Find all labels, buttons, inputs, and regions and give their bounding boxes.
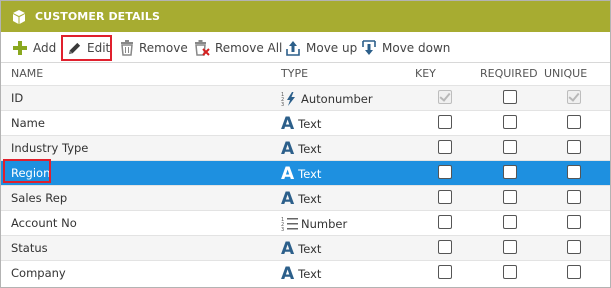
column-header-required[interactable]: REQUIRED [480, 67, 538, 80]
field-name: Industry Type [11, 141, 89, 155]
move-down-label: Move down [382, 41, 451, 55]
table-row[interactable]: Industry Type A Text [1, 135, 610, 160]
table-row[interactable]: Account No 1 2 3 Number [1, 210, 610, 235]
required-checkbox[interactable] [503, 215, 517, 229]
column-header-key[interactable]: KEY [415, 67, 436, 80]
remove-label: Remove [139, 41, 188, 55]
text-type-icon: A [281, 188, 295, 209]
edit-highlight-box [61, 35, 112, 61]
unique-checkbox[interactable] [567, 265, 581, 279]
field-type-label: Text [298, 142, 322, 156]
number-list-icon: 123 [281, 216, 299, 232]
required-checkbox[interactable] [503, 165, 517, 179]
unique-checkbox[interactable] [567, 215, 581, 229]
field-type: A Text [281, 139, 321, 159]
field-type-label: Number [301, 217, 348, 231]
field-type-label: Text [298, 242, 322, 256]
field-type-label: Autonumber [301, 92, 373, 106]
remove-all-button[interactable]: Remove All [194, 37, 282, 59]
region-highlight-box [3, 159, 51, 183]
autonumber-icon: 123 [281, 91, 299, 107]
field-name: ID [11, 91, 24, 105]
field-type: 1 2 3 Autonumber [281, 89, 373, 109]
unique-checkbox[interactable] [567, 115, 581, 129]
move-up-label: Move up [306, 41, 358, 55]
unique-checkbox[interactable] [567, 165, 581, 179]
field-type: A Text [281, 189, 321, 209]
move-up-button[interactable]: Move up [285, 37, 357, 59]
unique-checkbox[interactable] [567, 240, 581, 254]
svg-text:3: 3 [281, 227, 284, 232]
move-down-button[interactable]: Move down [361, 37, 450, 59]
table-row[interactable]: Sales Rep A Text [1, 185, 610, 210]
field-type: A Text [281, 264, 321, 284]
field-name: Company [11, 266, 66, 280]
column-header-unique[interactable]: UNIQUE [544, 67, 587, 80]
table-row[interactable]: Region A Text [1, 160, 610, 185]
field-name: Status [11, 241, 48, 255]
text-type-icon: A [281, 163, 295, 184]
field-type: A Text [281, 114, 321, 134]
column-header-name[interactable]: NAME [11, 67, 43, 80]
add-button[interactable]: Add [12, 37, 56, 59]
field-type-label: Text [298, 192, 322, 206]
unique-checkbox[interactable] [567, 140, 581, 154]
panel-header: CUSTOMER DETAILS [1, 1, 610, 32]
key-checkbox[interactable] [438, 115, 452, 129]
move-down-icon [362, 40, 376, 55]
plus-icon [13, 41, 27, 55]
key-checkbox[interactable] [438, 140, 452, 154]
panel-title: CUSTOMER DETAILS [35, 10, 160, 23]
remove-all-label: Remove All [215, 41, 283, 55]
key-checkbox[interactable] [438, 215, 452, 229]
add-label: Add [33, 41, 57, 55]
unique-checkbox [567, 90, 581, 104]
required-checkbox[interactable] [503, 140, 517, 154]
required-checkbox[interactable] [503, 265, 517, 279]
cube-icon [13, 10, 25, 24]
table-row[interactable]: Name A Text [1, 110, 610, 135]
field-type-label: Text [298, 117, 322, 131]
field-name: Account No [11, 216, 77, 230]
field-type-label: Text [298, 167, 322, 181]
trash-x-icon [195, 40, 210, 56]
text-type-icon: A [281, 263, 295, 284]
table-row[interactable]: Company A Text [1, 260, 610, 285]
move-up-icon [286, 41, 300, 56]
trash-icon [121, 40, 133, 56]
text-type-icon: A [281, 238, 295, 259]
required-checkbox [503, 90, 517, 104]
field-type: A Text [281, 164, 321, 184]
required-checkbox[interactable] [503, 115, 517, 129]
field-type: 1 2 3 Number [281, 214, 347, 234]
key-checkbox [438, 90, 452, 104]
field-type-label: Text [298, 267, 322, 281]
key-checkbox[interactable] [438, 240, 452, 254]
required-checkbox[interactable] [503, 190, 517, 204]
required-checkbox[interactable] [503, 240, 517, 254]
text-type-icon: A [281, 138, 295, 159]
field-type: A Text [281, 239, 321, 259]
text-type-icon: A [281, 113, 295, 134]
field-name: Sales Rep [11, 191, 68, 205]
svg-text:3: 3 [281, 102, 284, 107]
grid-header: NAME TYPE KEY REQUIRED UNIQUE [1, 62, 610, 84]
column-header-type[interactable]: TYPE [281, 67, 308, 80]
unique-checkbox[interactable] [567, 190, 581, 204]
key-checkbox[interactable] [438, 190, 452, 204]
key-checkbox[interactable] [438, 165, 452, 179]
field-name: Name [11, 116, 45, 130]
key-checkbox[interactable] [438, 265, 452, 279]
table-row[interactable]: ID 1 2 3 Autonumber [1, 85, 610, 110]
table-row[interactable]: Status A Text [1, 235, 610, 260]
remove-button[interactable]: Remove [120, 37, 188, 59]
